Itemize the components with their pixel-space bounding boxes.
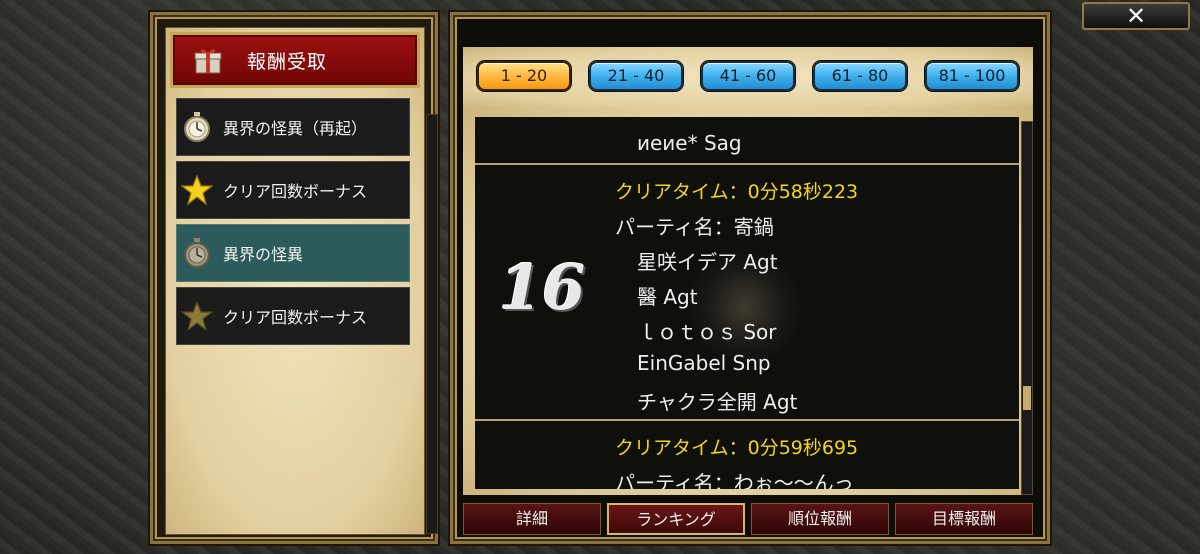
ranking-frame: иеие* Sag 16 クリアタイム：0分58秒223 パーティ名：寄鍋 星咲… — [463, 109, 1033, 495]
party-name: パーティ名：わぉ～～んっ — [615, 471, 854, 489]
star-icon — [180, 300, 214, 332]
sidebar-item-ikai-kaii[interactable]: 異界の怪異 — [176, 224, 410, 282]
sidebar-scrollbar[interactable] — [426, 114, 438, 534]
stopwatch-icon — [181, 237, 213, 269]
bottom-tab-bar: 詳細 ランキング 順位報酬 目標報酬 — [463, 501, 1033, 537]
entry-divider — [475, 419, 1019, 421]
gift-icon — [193, 45, 223, 75]
tab-goal-rewards[interactable]: 目標報酬 — [895, 503, 1033, 535]
clear-time: クリアタイム：0分58秒223 — [615, 181, 859, 203]
scrollbar-thumb[interactable] — [1023, 386, 1031, 410]
sidebar-item-label: クリア回数ボーナス — [223, 182, 368, 201]
party-member: チャクラ全開 Agt — [637, 390, 798, 414]
tab-range-41-60[interactable]: 41 - 60 — [701, 61, 795, 91]
tab-range-1-20[interactable]: 1 - 20 — [477, 61, 571, 91]
party-member: ｌｏｔｏｓ Sor — [637, 320, 777, 344]
claim-reward-label: 報酬受取 — [247, 50, 328, 73]
tab-range-21-40[interactable]: 21 - 40 — [589, 61, 683, 91]
close-icon: ✕ — [1125, 2, 1147, 30]
tab-range-81-100[interactable]: 81 - 100 — [925, 61, 1019, 91]
stopwatch-icon — [181, 111, 213, 143]
sidebar-item-clear-bonus-2[interactable]: クリア回数ボーナス — [176, 287, 410, 345]
clear-time: クリアタイム：0分59秒695 — [615, 437, 859, 459]
sidebar-item-clear-bonus[interactable]: クリア回数ボーナス — [176, 161, 410, 219]
left-panel: 報酬受取 異界の怪異（再起） クリア回数ボーナス 異界の怪異 クリア回数ボーナス — [150, 12, 438, 544]
party-member: 醫 Agt — [637, 285, 698, 309]
left-panel-inner: 報酬受取 異界の怪異（再起） クリア回数ボーナス 異界の怪異 クリア回数ボーナス — [165, 27, 438, 535]
party-name: パーティ名：寄鍋 — [615, 215, 774, 239]
sidebar-item-ikai-kaii-saiki[interactable]: 異界の怪異（再起） — [176, 98, 410, 156]
right-panel: 1 - 20 21 - 40 41 - 60 61 - 80 81 - 100 … — [450, 12, 1050, 544]
tab-range-61-80[interactable]: 61 - 80 — [813, 61, 907, 91]
party-member: иеие* Sag — [637, 131, 742, 155]
close-button[interactable]: ✕ — [1082, 2, 1190, 30]
sidebar-item-label: クリア回数ボーナス — [223, 308, 368, 327]
star-icon — [180, 174, 214, 206]
claim-reward-button[interactable]: 報酬受取 — [170, 32, 420, 88]
rank-number: 16 — [499, 251, 586, 324]
sidebar-item-label: 異界の怪異（再起） — [223, 119, 368, 138]
ranking-scrollbar[interactable] — [1021, 121, 1033, 495]
sidebar-item-label: 異界の怪異 — [223, 245, 304, 264]
tab-ranking[interactable]: ランキング — [607, 503, 745, 535]
ranking-list[interactable]: иеие* Sag 16 クリアタイム：0分58秒223 パーティ名：寄鍋 星咲… — [475, 117, 1019, 489]
party-member: 星咲イデア Agt — [637, 250, 778, 274]
entry-divider — [475, 163, 1019, 165]
party-member: EinGabel Snp — [637, 351, 771, 375]
tab-rank-rewards[interactable]: 順位報酬 — [751, 503, 889, 535]
range-tab-bar: 1 - 20 21 - 40 41 - 60 61 - 80 81 - 100 — [463, 47, 1033, 109]
tab-details[interactable]: 詳細 — [463, 503, 601, 535]
